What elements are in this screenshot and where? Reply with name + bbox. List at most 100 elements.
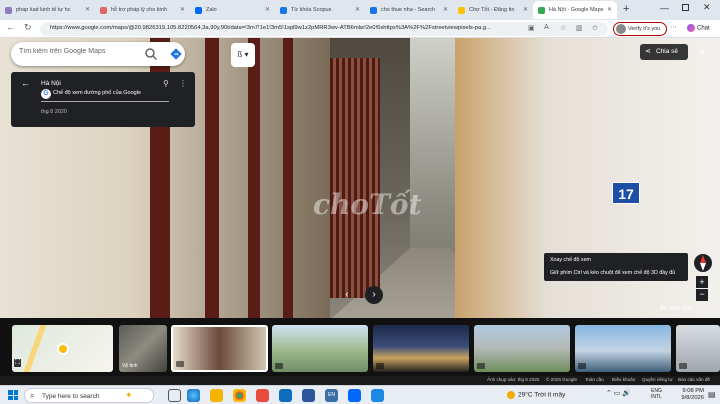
capture-date[interactable]: thg 8 2020: [41, 109, 67, 115]
search-highlight-icon: ✦: [125, 390, 133, 400]
pan-right-button[interactable]: ›: [365, 286, 383, 304]
windows-start-icon[interactable]: [8, 390, 18, 400]
copilot-chat-button[interactable]: Chat: [687, 24, 710, 32]
tooltip-title: Xoay chế độ xem: [550, 257, 591, 263]
tab-close-icon[interactable]: ✕: [607, 6, 612, 13]
share-button[interactable]: ⋖ Chia sẻ: [640, 44, 688, 60]
tab-close-icon[interactable]: ✕: [85, 6, 90, 13]
footer-link-privacy[interactable]: Quyền riêng tư: [642, 377, 673, 382]
taskbar-clock[interactable]: 9:08 PM 9/8/2026: [672, 388, 704, 402]
system-tray-icons[interactable]: ⌃ ▭ 🔊: [606, 389, 631, 397]
more-options-icon[interactable]: ⋮: [179, 79, 187, 88]
maps-search-box: [11, 42, 185, 66]
footer-link-report[interactable]: Báo cáo vấn đề: [678, 377, 710, 382]
more-menu-icon[interactable]: ⋯: [670, 23, 677, 31]
maps-footer: Ảnh chụp vào: thg 8 2020 © 2026 Google T…: [0, 376, 720, 385]
photo-thumbnail[interactable]: [676, 325, 720, 372]
zoom-out-button[interactable]: −: [696, 289, 708, 301]
zalo-taskbar-icon[interactable]: [348, 389, 361, 402]
directions-icon[interactable]: [169, 47, 183, 61]
expand-map-icon[interactable]: ⛶: [14, 359, 21, 367]
back-arrow-icon[interactable]: ←: [21, 78, 30, 88]
photo-strip: ⛶ Vệ tinh: [0, 318, 720, 376]
edge-browser-icon[interactable]: [187, 389, 200, 402]
tab-cho-tot[interactable]: Chợ Tốt - Đăng tin ✕: [453, 1, 533, 19]
house-number-plate: 17: [612, 182, 640, 204]
tab-scopus[interactable]: Từ khóa Scopus ✕: [275, 1, 365, 19]
maximize-icon[interactable]: [682, 4, 689, 11]
tab-close-icon[interactable]: ✕: [523, 6, 528, 13]
tab-close-icon[interactable]: ✕: [265, 6, 270, 13]
tab-favicon-icon: [5, 6, 12, 14]
photo-thumbnail[interactable]: [575, 325, 671, 372]
outlook-icon[interactable]: [279, 389, 292, 402]
weather-widget[interactable]: 29°C Trời ít mây: [507, 391, 565, 399]
sun-icon: [507, 391, 515, 399]
favorite-star-icon[interactable]: ☆: [560, 24, 566, 32]
zalo-icon: [195, 6, 202, 14]
tab-close-icon[interactable]: ✕: [180, 6, 185, 13]
notification-icon[interactable]: ▤: [708, 390, 716, 399]
app-icon[interactable]: [256, 389, 269, 402]
task-view-icon[interactable]: [168, 389, 181, 402]
window-close-icon[interactable]: ✕: [703, 2, 711, 13]
tab-zalo[interactable]: Zalo ✕: [190, 1, 275, 19]
language-app-icon[interactable]: EN: [325, 389, 338, 402]
copilot-icon: [687, 24, 695, 32]
photo-icon: [275, 363, 283, 369]
photo-thumbnail-current[interactable]: [171, 325, 268, 372]
google-maps-icon: [538, 6, 545, 14]
gate-bar: [248, 38, 260, 320]
app-icon[interactable]: [371, 389, 384, 402]
pan-left-button[interactable]: ‹: [338, 286, 356, 304]
copyright: © 2026 Google: [546, 377, 577, 382]
url-text[interactable]: https://www.google.com/maps/@20.9826319,…: [50, 25, 520, 31]
street-view-source[interactable]: G Chế độ xem đường phố của Google: [41, 88, 169, 102]
bing-icon: [370, 6, 377, 14]
photo-icon: [679, 363, 687, 369]
place-title: Hà Nội: [41, 80, 61, 87]
tab-cho-thue-nha[interactable]: cho thue nha - Search ✕: [365, 1, 453, 19]
hide-images-button[interactable]: Ẩn hình ảnh ⌄: [660, 305, 699, 312]
footer-link-terms[interactable]: Điều khoản: [612, 377, 635, 382]
satellite-thumbnail[interactable]: Vệ tinh: [119, 325, 167, 372]
minimap-thumbnail[interactable]: ⛶: [12, 325, 113, 372]
tab-close-icon[interactable]: ✕: [443, 6, 448, 13]
google-g-icon: G: [41, 89, 51, 99]
tab-phap-luat[interactable]: phap luat kinh tế tự hc ✕: [0, 1, 95, 19]
photo-thumbnail[interactable]: [272, 325, 368, 372]
photo-thumbnail[interactable]: [373, 325, 469, 372]
browser-tab-strip: phap luat kinh tế tự hc ✕ hỗ trợ pháp lý…: [0, 0, 720, 20]
rotate-view-tooltip: Xoay chế độ xem Giữ phím Ctrl và kéo chu…: [544, 253, 688, 281]
zoom-in-button[interactable]: +: [696, 276, 708, 288]
read-aloud-icon[interactable]: A: [544, 24, 549, 31]
chrome-icon[interactable]: [233, 389, 246, 402]
taskbar-search-box[interactable]: ⌕ Type here to search ✦: [24, 388, 154, 403]
search-icon[interactable]: [144, 47, 158, 61]
tooltip-description: Giữ phím Ctrl và kéo chuột để xem chế độ…: [550, 270, 676, 276]
input-language[interactable]: ENG INTL: [651, 388, 662, 400]
chevron-down-icon: ⌄: [694, 306, 700, 312]
new-tab-icon[interactable]: +: [623, 3, 629, 15]
navigation-menu-button[interactable]: ß ▾: [231, 43, 255, 67]
favorites-icon[interactable]: ✩: [592, 24, 598, 32]
split-screen-icon[interactable]: ▥: [576, 24, 583, 32]
install-app-icon[interactable]: ▣: [528, 24, 535, 32]
refresh-icon[interactable]: ↻: [24, 22, 32, 33]
tab-close-icon[interactable]: ✕: [355, 6, 360, 13]
location-pin-icon[interactable]: ⚲: [163, 79, 169, 88]
minimize-icon[interactable]: —: [660, 3, 669, 13]
back-icon[interactable]: ←: [6, 22, 15, 32]
tab-ho-tro-phap-ly[interactable]: hỗ trợ pháp lý cho kinh ✕: [95, 1, 190, 19]
share-icon: ⋖: [645, 48, 651, 55]
compass-icon[interactable]: [693, 251, 713, 275]
address-bar[interactable]: https://www.google.com/maps/@20.9826319,…: [40, 22, 608, 36]
footer-link-global[interactable]: Toàn cầu: [585, 377, 604, 382]
tab-google-maps[interactable]: Hà Nội - Google Maps ✕: [533, 1, 617, 19]
close-street-view-icon[interactable]: ✕: [694, 44, 710, 60]
photo-thumbnail[interactable]: [474, 325, 570, 372]
word-icon[interactable]: [302, 389, 315, 402]
file-explorer-icon[interactable]: [210, 389, 223, 402]
verify-profile-button[interactable]: Verify it's you: [613, 22, 667, 36]
search-input[interactable]: [19, 48, 139, 55]
